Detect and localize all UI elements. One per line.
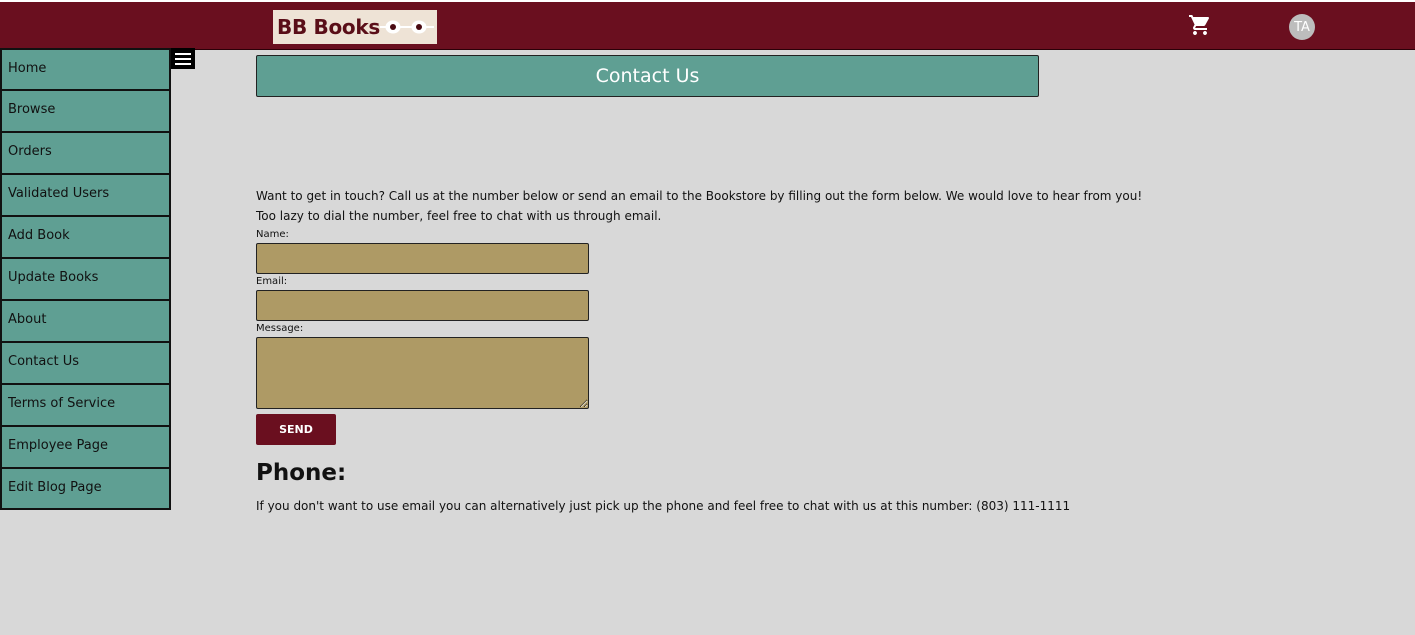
sidebar-item-browse[interactable]: Browse [0, 90, 171, 132]
phone-heading: Phone: [256, 460, 347, 486]
glasses-icon [380, 20, 434, 34]
email-field[interactable] [256, 290, 589, 321]
name-field[interactable] [256, 243, 589, 274]
hamburger-line [175, 62, 191, 65]
intro-text: Want to get in touch? Call us at the num… [256, 189, 1143, 203]
email-label: Email: [256, 276, 288, 287]
bb-books-logo[interactable]: BB Books [273, 10, 437, 44]
sidebar-item-home[interactable]: Home [0, 48, 171, 90]
intro-text-secondary: Too lazy to dial the number, feel free t… [256, 209, 662, 223]
sidebar-menu: Home Browse Orders Validated Users Add B… [0, 48, 171, 510]
hamburger-menu-icon[interactable] [171, 48, 195, 69]
sidebar-item-about[interactable]: About [0, 300, 171, 342]
sidebar-item-orders[interactable]: Orders [0, 132, 171, 174]
sidebar-item-validated-users[interactable]: Validated Users [0, 174, 171, 216]
top-navigation-bar: BB Books TA [0, 0, 1415, 50]
hamburger-line [175, 52, 191, 55]
sidebar-item-edit-blog-page[interactable]: Edit Blog Page [0, 468, 171, 510]
message-field[interactable] [256, 337, 589, 409]
sidebar-item-terms-of-service[interactable]: Terms of Service [0, 384, 171, 426]
logo-text: BB Books [277, 15, 380, 39]
sidebar-item-update-books[interactable]: Update Books [0, 258, 171, 300]
phone-text: If you don't want to use email you can a… [256, 499, 1071, 513]
user-avatar[interactable]: TA [1289, 14, 1315, 40]
send-button[interactable]: SEND [256, 414, 336, 445]
page-title: Contact Us [256, 55, 1039, 97]
message-label: Message: [256, 323, 304, 334]
name-label: Name: [256, 229, 289, 240]
sidebar-item-contact-us[interactable]: Contact Us [0, 342, 171, 384]
hamburger-line [175, 57, 191, 60]
sidebar-item-add-book[interactable]: Add Book [0, 216, 171, 258]
cart-icon[interactable] [1187, 13, 1213, 37]
sidebar-item-employee-page[interactable]: Employee Page [0, 426, 171, 468]
